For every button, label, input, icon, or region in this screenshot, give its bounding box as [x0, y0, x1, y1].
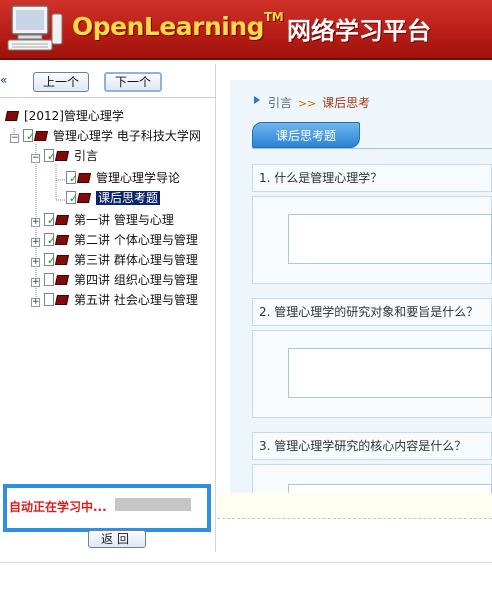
tree-node-intro[interactable]: − ✓ 引言: [31, 146, 98, 166]
brand-logo: OpenLearningTM: [72, 10, 284, 41]
document-check-icon: ✓: [66, 191, 78, 204]
previous-button[interactable]: 上一个: [33, 72, 89, 92]
answer-textarea[interactable]: [288, 214, 492, 264]
book-icon: [54, 255, 70, 265]
selected-node-label: 课后思考题: [96, 191, 161, 205]
learning-status-box: 自动正在学习中...: [3, 484, 211, 532]
document-check-icon: ✓: [44, 149, 56, 162]
document-check-icon: ✓: [23, 129, 35, 142]
breadcrumb-arrow-icon: [254, 96, 260, 104]
document-check-icon: ✓: [44, 233, 56, 246]
book-icon: [33, 131, 49, 141]
expand-node-icon[interactable]: +: [31, 278, 40, 287]
tree-root[interactable]: [2012]管理心理学: [4, 106, 124, 126]
content-panel: 引言 >> 课后思考 课后思考题 1. 什么是管理心理学？ 2. 管理心理学的研…: [230, 80, 492, 493]
book-icon: [76, 173, 92, 183]
expand-node-icon[interactable]: +: [31, 218, 40, 227]
course-tree: [2012]管理心理学 − ✓ 管理心理学 电子科技大学网 − ✓ 引言 ✓ 管理心理学导…: [0, 106, 216, 366]
question-title: 2. 管理心理学的研究对象和要旨是什么？: [252, 298, 492, 326]
tree-chapter[interactable]: + 第五讲 社会心理与管理: [31, 290, 198, 310]
tree-chapter[interactable]: + ✓ 第二讲 个体心理与管理: [31, 230, 198, 250]
course-sidebar: « 上一个 下一个 [2012]管理心理学 − ✓ 管理心理学 电子科技大学网 − ✓…: [0, 64, 216, 552]
book-icon: [54, 275, 70, 285]
answer-textarea[interactable]: [288, 484, 492, 493]
answer-textarea[interactable]: [288, 348, 492, 398]
expand-node-icon[interactable]: +: [31, 238, 40, 247]
document-icon: [44, 273, 54, 286]
breadcrumb-parent[interactable]: 引言: [268, 96, 292, 110]
tree-course[interactable]: − ✓ 管理心理学 电子科技大学网: [10, 126, 201, 146]
breadcrumb: 引言 >> 课后思考: [268, 94, 370, 111]
document-check-icon: ✓: [66, 171, 78, 184]
header-divider: [0, 58, 492, 60]
document-check-icon: ✓: [44, 213, 56, 226]
question-title: 3. 管理心理学研究的核心内容是什么？: [252, 432, 492, 460]
app-header: OpenLearningTM 网络学习平台: [0, 0, 492, 60]
tree-chapter[interactable]: + ✓ 第三讲 群体心理与管理: [31, 250, 198, 270]
return-button[interactable]: 返回: [88, 530, 146, 548]
breadcrumb-separator: >>: [297, 97, 317, 110]
document-icon: [44, 293, 54, 306]
tree-chapter[interactable]: + ✓ 第一讲 管理与心理: [31, 210, 174, 230]
tab-homework[interactable]: 课后思考题: [252, 122, 360, 148]
question-title: 1. 什么是管理心理学？: [252, 164, 492, 192]
content-footer-strip: [217, 493, 492, 519]
expand-node-icon[interactable]: +: [31, 298, 40, 307]
collapse-node-icon[interactable]: −: [31, 154, 40, 163]
page-footer-divider: [0, 562, 492, 563]
tree-leaf-homework[interactable]: ✓ 课后思考题: [66, 188, 161, 208]
tab-underline: [252, 148, 492, 149]
book-icon: [54, 235, 70, 245]
learning-progress-bar: [115, 498, 191, 511]
book-icon: [54, 295, 70, 305]
next-button[interactable]: 下一个: [104, 72, 162, 92]
learning-status-text: 自动正在学习中...: [9, 500, 107, 514]
collapse-sidebar-button[interactable]: «: [0, 73, 7, 87]
document-check-icon: ✓: [44, 253, 56, 266]
collapse-node-icon[interactable]: −: [10, 134, 19, 143]
book-icon: [4, 111, 20, 121]
platform-title: 网络学习平台: [287, 17, 431, 45]
expand-node-icon[interactable]: +: [31, 258, 40, 267]
book-icon: [54, 215, 70, 225]
tree-leaf-intro-lesson[interactable]: ✓ 管理心理学导论: [66, 168, 180, 188]
tree-chapter[interactable]: + 第四讲 组织心理与管理: [31, 270, 198, 290]
computer-icon: [7, 5, 63, 51]
book-icon: [76, 193, 92, 203]
book-icon: [54, 151, 70, 161]
nav-toolbar: « 上一个 下一个: [0, 64, 216, 98]
breadcrumb-current: 课后思考: [322, 96, 371, 110]
